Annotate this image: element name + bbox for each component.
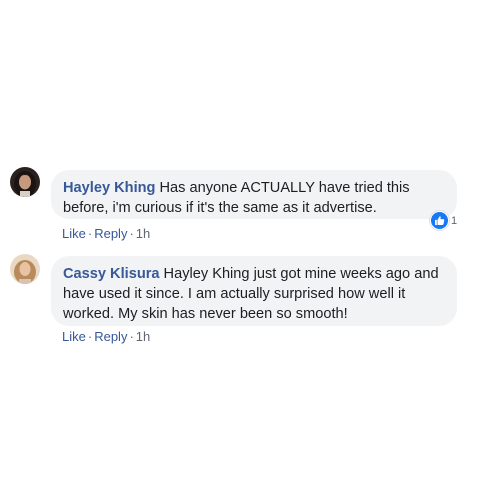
separator: · [129, 329, 134, 344]
comment-actions: Like · Reply · 1h [62, 329, 150, 344]
reply-link[interactable]: Reply [94, 329, 127, 344]
thumbs-up-icon [430, 211, 449, 230]
comment-bubble: Hayley Khing Has anyone ACTUALLY have tri… [51, 170, 457, 219]
like-link[interactable]: Like [62, 329, 86, 344]
comment-author[interactable]: Cassy Klisura [63, 266, 160, 282]
comment-thread: Hayley Khing Has anyone ACTUALLY have tri… [0, 0, 500, 500]
separator: · [129, 226, 134, 241]
reply-link[interactable]: Reply [94, 226, 127, 241]
comment-timestamp[interactable]: 1h [136, 329, 150, 344]
comment-author[interactable]: Hayley Khing [63, 180, 155, 196]
comment-timestamp[interactable]: 1h [136, 226, 150, 241]
separator: · [87, 226, 93, 241]
comment-bubble: Cassy Klisura Hayley Khing just got mine … [51, 256, 457, 326]
like-link[interactable]: Like [62, 226, 86, 241]
user-avatar-icon[interactable] [10, 254, 40, 284]
separator: · [87, 329, 93, 344]
reaction-summary[interactable]: 1 [430, 211, 457, 230]
reaction-count: 1 [451, 214, 458, 227]
comment-actions: Like · Reply · 1h [62, 226, 150, 241]
user-avatar-icon[interactable] [10, 167, 40, 197]
